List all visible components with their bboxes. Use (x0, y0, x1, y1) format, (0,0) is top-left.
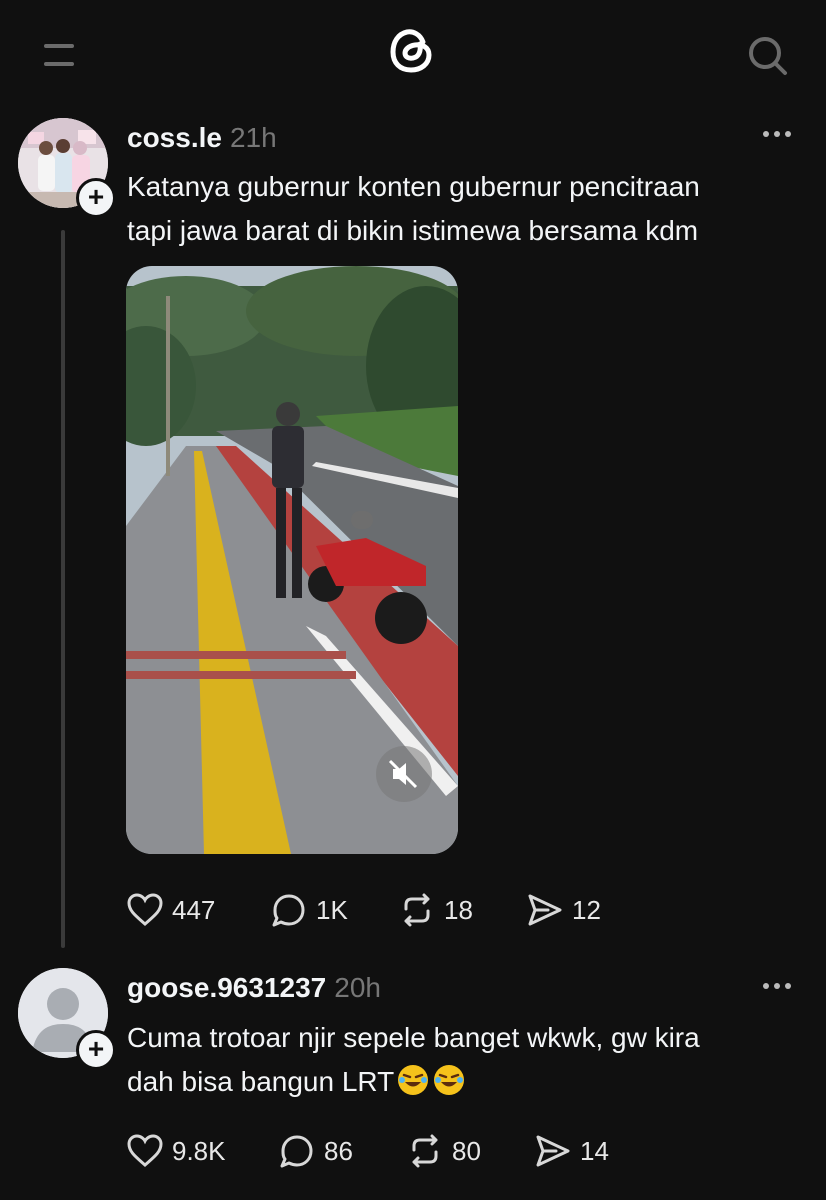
repost-count: 80 (452, 1135, 481, 1166)
repost-icon (412, 1134, 438, 1168)
post-text: Cuma trotoar njir sepele banget wkwk, gw… (127, 1016, 807, 1104)
reply-count: 86 (324, 1135, 353, 1166)
share-count: 14 (580, 1135, 609, 1166)
share-button[interactable]: 14 (534, 1131, 609, 1171)
repost-button[interactable]: 80 (406, 1131, 481, 1171)
rolling-laughing-emoji-icon (398, 1065, 429, 1095)
like-button[interactable]: 9.8K (126, 1131, 226, 1171)
thread-post[interactable]: + goose.9631237 20h Cuma trotoar njir sep… (0, 0, 826, 1200)
post-actions: 9.8K 86 80 14 (126, 1131, 646, 1171)
reply-button[interactable]: 86 (278, 1131, 353, 1171)
post-time: 20h (334, 972, 381, 1003)
post-text-line: Cuma trotoar njir sepele banget wkwk, gw… (127, 1022, 700, 1053)
post-username[interactable]: goose.9631237 20h (127, 972, 381, 1004)
send-icon (536, 1135, 570, 1167)
more-options-icon[interactable] (762, 982, 792, 990)
follow-plus-button[interactable]: + (76, 1030, 116, 1070)
post-text-segment: dah bisa bangun LRT (127, 1066, 395, 1097)
heart-icon (127, 1134, 163, 1168)
rolling-laughing-emoji-icon (434, 1065, 465, 1095)
post-text-line: dah bisa bangun LRT (127, 1060, 807, 1104)
comment-icon (280, 1135, 313, 1168)
like-count: 9.8K (172, 1135, 226, 1166)
